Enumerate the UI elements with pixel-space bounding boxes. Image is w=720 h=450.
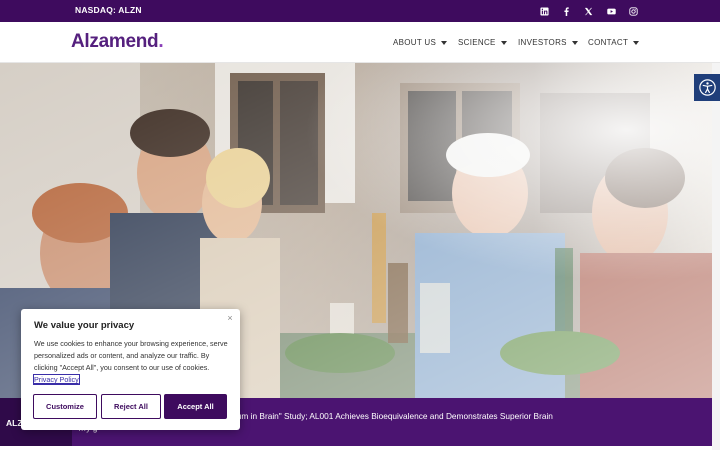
nav-label: INVESTORS [518,38,567,47]
privacy-policy-link[interactable]: Privacy Policy [33,374,80,385]
site-logo[interactable]: Alzamend. [71,31,164,53]
logo-dot: . [158,31,164,52]
accessibility-icon [698,79,716,96]
chevron-down-icon [500,40,507,45]
nav-contact[interactable]: CONTACT [588,38,640,47]
instagram-icon[interactable] [625,3,641,19]
accept-all-button[interactable]: Accept All [164,394,227,419]
chevron-down-icon [633,40,640,45]
reject-all-button[interactable]: Reject All [101,394,161,419]
youtube-icon[interactable] [603,3,619,19]
facebook-icon[interactable] [558,3,574,19]
top-bar: NASDAQ: ALZN [0,0,720,22]
accessibility-button[interactable] [694,74,720,101]
nav-label: SCIENCE [458,38,496,47]
customize-button[interactable]: Customize [33,394,97,419]
logo-text: Alzamend [71,31,159,52]
nav-science[interactable]: SCIENCE [458,38,507,47]
cookie-consent-dialog: We value your privacy × We use cookies t… [21,309,240,430]
x-icon[interactable] [580,3,596,19]
cookie-body: We use cookies to enhance your browsing … [33,338,234,386]
nav-label: CONTACT [588,38,629,47]
stock-ticker: NASDAQ: ALZN [75,5,142,15]
page-scrollbar[interactable] [712,63,720,450]
chevron-down-icon [441,40,448,45]
site-header: Alzamend. ABOUT US SCIENCE INVESTORS CON… [0,22,720,63]
nav-label: ABOUT US [393,38,437,47]
cookie-body-text: We use cookies to enhance your browsing … [34,339,228,372]
cookie-title: We value your privacy [34,320,135,331]
nav-about-us[interactable]: ABOUT US [393,38,448,47]
nav-investors[interactable]: INVESTORS [518,38,578,47]
close-icon[interactable]: × [225,313,235,323]
linkedin-icon[interactable] [536,3,552,19]
chevron-down-icon [571,40,578,45]
